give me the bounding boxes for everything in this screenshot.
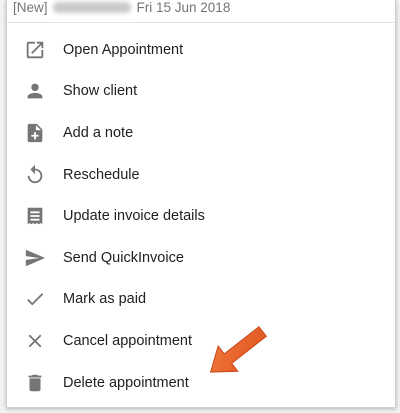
open-appointment-item[interactable]: Open Appointment	[7, 29, 395, 71]
send-quickinvoice-item[interactable]: Send QuickInvoice	[7, 237, 395, 279]
add-note-item[interactable]: Add a note	[7, 112, 395, 154]
appointment-status-prefix: [New]	[13, 0, 48, 15]
appointment-header: [New] Fri 15 Jun 2018	[13, 0, 383, 18]
header-divider	[7, 22, 395, 23]
open-appointment-label: Open Appointment	[63, 41, 184, 58]
add-note-label: Add a note	[63, 124, 134, 141]
send-quickinvoice-label: Send QuickInvoice	[63, 249, 184, 266]
mark-as-paid-item[interactable]: Mark as paid	[7, 279, 395, 321]
cancel-appointment-label: Cancel appointment	[63, 332, 192, 349]
person-icon	[24, 80, 46, 102]
check-icon	[24, 288, 46, 310]
show-client-item[interactable]: Show client	[7, 71, 395, 113]
mark-as-paid-label: Mark as paid	[63, 291, 147, 308]
reschedule-item[interactable]: Reschedule	[7, 154, 395, 196]
delete-appointment-label: Delete appointment	[63, 374, 189, 391]
reschedule-label: Reschedule	[63, 166, 140, 183]
update-invoice-label: Update invoice details	[63, 208, 205, 225]
client-name-redacted	[52, 2, 131, 13]
show-client-label: Show client	[63, 83, 138, 100]
note-add-icon	[24, 122, 46, 144]
receipt-icon	[24, 205, 46, 227]
open-in-new-icon	[24, 39, 46, 61]
appointment-actions-sheet: [New] Fri 15 Jun 2018 Open Appointment Sh…	[6, 0, 396, 408]
pointer-arrow-annotation	[209, 326, 268, 373]
appointment-date: Fri 15 Jun 2018	[136, 0, 231, 15]
trash-icon	[24, 372, 46, 394]
send-icon	[24, 247, 46, 269]
update-invoice-item[interactable]: Update invoice details	[7, 195, 395, 237]
close-icon	[24, 330, 46, 352]
reschedule-icon	[24, 164, 46, 186]
